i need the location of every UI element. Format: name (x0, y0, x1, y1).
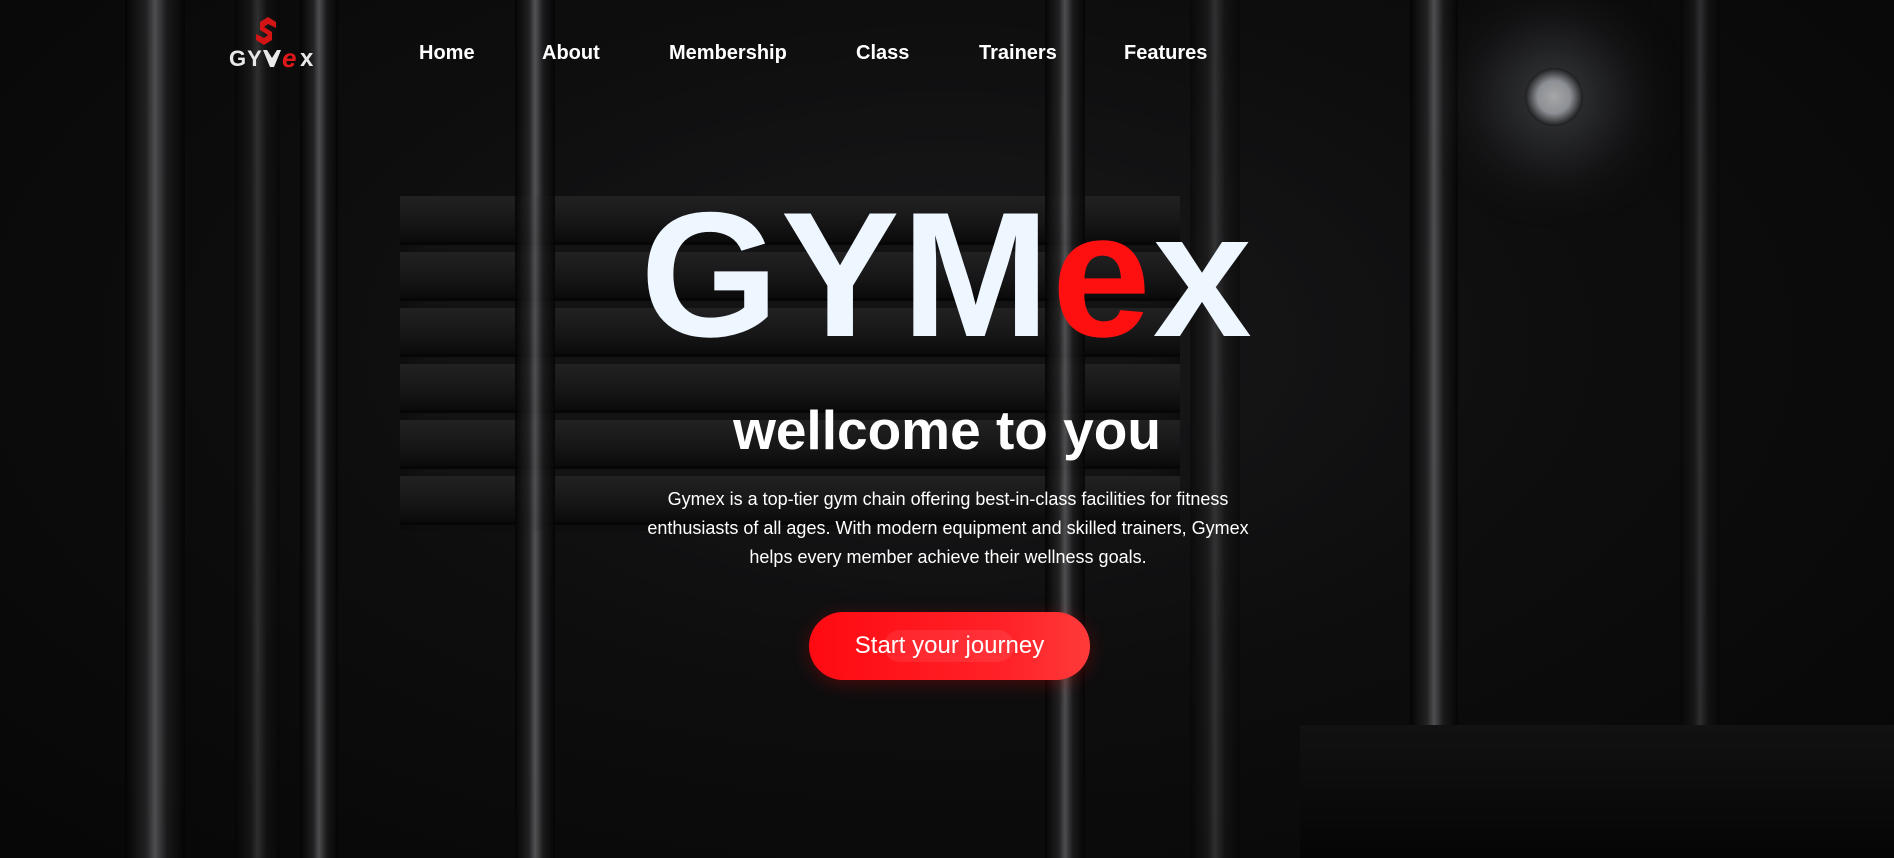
hero-subtitle: wellcome to you (733, 399, 1161, 461)
nav-links: Home About Membership Class Trainers Fea… (0, 42, 1894, 66)
nav-membership[interactable]: Membership (669, 42, 787, 65)
nav-trainers[interactable]: Trainers (979, 42, 1057, 65)
start-journey-button[interactable]: Start your journey (809, 612, 1090, 680)
hero-description: Gymex is a top-tier gym chain offering b… (647, 489, 1249, 567)
hero-title-accent: e (1051, 175, 1153, 374)
nav-about[interactable]: About (542, 42, 600, 65)
nav-home[interactable]: Home (419, 42, 475, 65)
hero-title-end: x (1152, 175, 1254, 374)
top-navigation: GY e x Home About Membership Class Train… (0, 0, 1894, 110)
hero-section: GYMex wellcome to you Gymex is a top-tie… (0, 0, 1894, 858)
hero-title-main: GYM (640, 175, 1052, 374)
start-journey-label: Start your journey (854, 632, 1045, 659)
hero-title: GYMex (0, 186, 1894, 364)
nav-class[interactable]: Class (856, 42, 909, 65)
nav-features[interactable]: Features (1124, 42, 1207, 65)
